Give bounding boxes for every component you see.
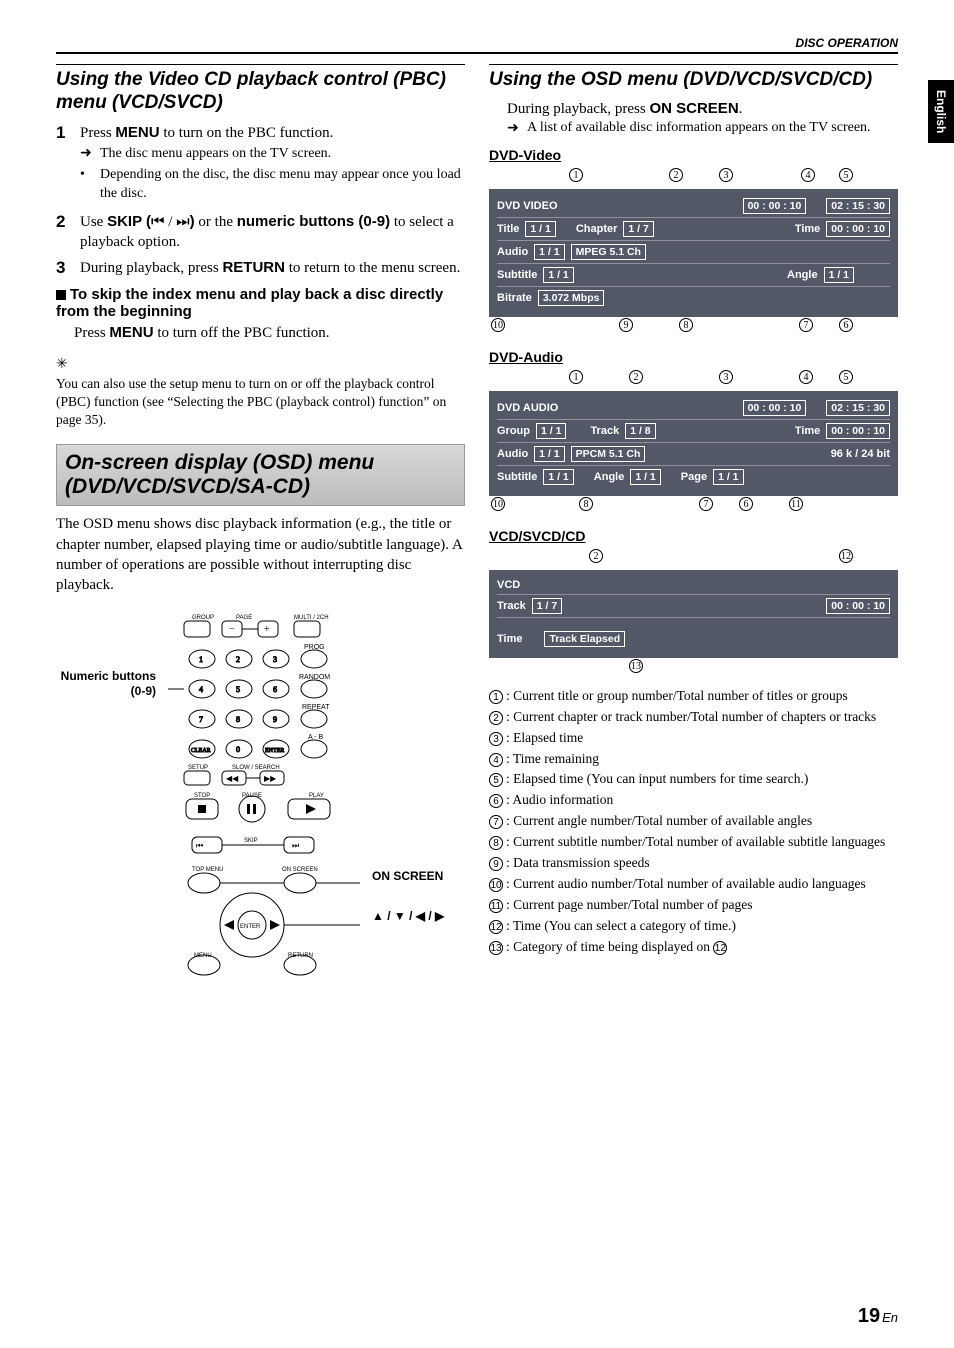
- svg-text:▶▶: ▶▶: [264, 774, 277, 783]
- onscreen-label: ON SCREEN: [372, 869, 462, 883]
- svg-text:1: 1: [199, 655, 203, 664]
- svg-text:7: 7: [199, 715, 203, 724]
- right-column: Using the OSD menu (DVD/VCD/SVCD/CD) Dur…: [489, 58, 898, 979]
- svg-text:MENU: MENU: [194, 953, 212, 959]
- left-section-title: Using the Video CD playback control (PBC…: [56, 69, 465, 115]
- remote-svg: GROUP PAGE MULTI / 2CH − + PROG RANDOM R…: [164, 609, 364, 979]
- dvd-audio-heading: DVD-Audio: [489, 349, 898, 365]
- svg-text:2: 2: [236, 655, 240, 664]
- sub-text: Press MENU to turn off the PBC function.: [74, 324, 465, 342]
- step-1: 1 Press MENU to turn on the PBC function…: [56, 123, 465, 206]
- svg-text:SKIP: SKIP: [244, 838, 258, 844]
- svg-text:⏮: ⏮: [196, 841, 203, 850]
- svg-text:MULTI / 2CH: MULTI / 2CH: [294, 615, 329, 621]
- section-header: DISC OPERATION: [56, 36, 898, 50]
- svg-text:ON SCREEN: ON SCREEN: [282, 867, 318, 873]
- callout-legend: 1: Current title or group number/Total n…: [489, 686, 898, 958]
- svg-text:PLAY: PLAY: [309, 793, 324, 799]
- dvd-video-heading: DVD-Video: [489, 147, 898, 163]
- svg-text:SETUP: SETUP: [188, 765, 208, 771]
- svg-text:RETURN: RETURN: [288, 953, 313, 959]
- skip-icons: ⏮ / ⏭: [151, 214, 190, 230]
- svg-text:0: 0: [236, 745, 240, 754]
- left-column: Using the Video CD playback control (PBC…: [56, 58, 465, 979]
- arrow-icon: ➜: [507, 120, 519, 137]
- osd-panel-dvd-audio: DVD AUDIO 00 : 00 : 10 02 : 15 : 30 Grou…: [489, 391, 898, 496]
- right-section-title: Using the OSD menu (DVD/VCD/SVCD/CD): [489, 69, 898, 92]
- svg-text:4: 4: [199, 685, 203, 694]
- step-3: 3 During playback, press RETURN to retur…: [56, 258, 465, 278]
- header-rule: [56, 52, 898, 54]
- dpad-arrows-label: ▲ / ▼ / ◀ / ▶: [372, 909, 462, 923]
- page-columns: Using the Video CD playback control (PBC…: [56, 58, 898, 979]
- page-number: 19En: [858, 1305, 898, 1328]
- svg-text:6: 6: [273, 685, 277, 694]
- svg-text:TOP MENU: TOP MENU: [192, 867, 223, 873]
- svg-text:◀◀: ◀◀: [226, 774, 239, 783]
- sub-title: To skip the index menu and play back a d…: [56, 286, 465, 320]
- svg-text:+: +: [264, 624, 270, 635]
- svg-text:8: 8: [236, 715, 240, 724]
- step-2: 2 Use SKIP (⏮ / ⏭) or the numeric button…: [56, 212, 465, 253]
- svg-text:GROUP: GROUP: [192, 615, 214, 621]
- tip-icon: ✳: [56, 357, 68, 372]
- svg-text:5: 5: [236, 685, 240, 694]
- remote-left-label: Numeric buttons (0-9): [56, 609, 156, 979]
- tip: ✳ You can also use the setup menu to tur…: [56, 356, 465, 428]
- remote-diagram: Numeric buttons (0-9) GROUP PAGE MULTI /…: [56, 609, 465, 979]
- osd-para: The OSD menu shows disc playback informa…: [56, 514, 465, 595]
- svg-text:ENTER: ENTER: [265, 748, 284, 754]
- osd-panel-vcd: VCD Track1 / 7 00 : 00 : 10 Time Track E…: [489, 570, 898, 658]
- svg-text:CLEAR: CLEAR: [191, 748, 211, 754]
- svg-text:⏭: ⏭: [292, 841, 299, 850]
- osd-panel-dvd-video: DVD VIDEO 00 : 00 : 10 02 : 15 : 30 Titl…: [489, 189, 898, 317]
- svg-text:STOP: STOP: [194, 793, 210, 799]
- osd-band-heading: On-screen display (OSD) menu (DVD/VCD/SV…: [56, 444, 465, 506]
- arrow-icon: ➜: [80, 145, 92, 164]
- svg-text:−: −: [229, 624, 235, 635]
- svg-text:SLOW / SEARCH: SLOW / SEARCH: [232, 765, 280, 771]
- svg-text:9: 9: [273, 715, 277, 724]
- language-tab: English: [928, 80, 954, 143]
- svg-text:PAGE: PAGE: [236, 615, 252, 621]
- vcd-heading: VCD/SVCD/CD: [489, 528, 898, 544]
- svg-text:3: 3: [273, 655, 277, 664]
- svg-text:ENTER: ENTER: [240, 924, 261, 930]
